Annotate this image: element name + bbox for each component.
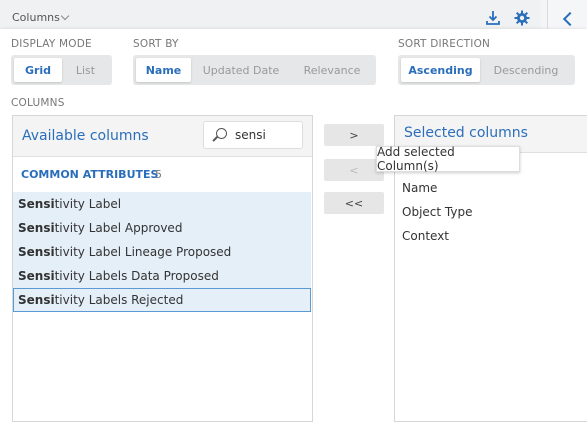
sort-direction-label: SORT DIRECTION: [398, 38, 491, 50]
item-label: tivity Label: [54, 197, 122, 211]
search-icon: [216, 128, 227, 139]
sort-ascending[interactable]: Ascending: [401, 58, 480, 82]
group-header[interactable]: COMMON ATTRIBUTES: [21, 168, 158, 181]
gear-icon[interactable]: [514, 10, 530, 26]
match-highlight: Sensi: [18, 245, 55, 259]
item-label: tivity Labels Rejected: [54, 293, 184, 307]
selected-columns-title: Selected columns: [404, 125, 528, 141]
group-count: 5: [155, 168, 162, 181]
columns-settings-panel: DISPLAY MODE Grid List SORT BY Name Upda…: [0, 29, 587, 430]
search-value: sensi: [235, 128, 266, 142]
list-item[interactable]: Sensitivity Labels Rejected: [13, 288, 311, 312]
selected-column-item[interactable]: Name: [402, 181, 437, 195]
search-input[interactable]: sensi: [203, 121, 303, 149]
remove-column-button[interactable]: <: [324, 159, 384, 181]
match-highlight: Sensi: [18, 269, 55, 283]
list-item[interactable]: Sensitivity Label: [13, 192, 311, 216]
match-highlight: Sensi: [18, 197, 55, 211]
sort-direction-toggle: Ascending Descending: [398, 55, 575, 85]
match-highlight: Sensi: [18, 221, 55, 235]
item-label: tivity Label Approved: [54, 221, 183, 235]
available-columns-box: Available columns sensi COMMON ATTRIBUTE…: [12, 115, 313, 422]
item-label: tivity Label Lineage Proposed: [54, 245, 232, 259]
list-item[interactable]: Sensitivity Labels Data Proposed: [13, 264, 311, 288]
sort-by-relevance[interactable]: Relevance: [291, 58, 373, 82]
available-columns-title: Available columns: [22, 128, 149, 144]
columns-dropdown-label[interactable]: Columns: [12, 11, 60, 24]
list-item[interactable]: Sensitivity Label Approved: [13, 216, 311, 240]
download-icon[interactable]: [485, 10, 501, 26]
display-mode-toggle: Grid List: [11, 55, 112, 85]
columns-label: COLUMNS: [11, 97, 65, 109]
match-highlight: Sensi: [18, 293, 55, 307]
sort-descending[interactable]: Descending: [480, 58, 572, 82]
display-mode-grid[interactable]: Grid: [14, 58, 62, 82]
list-item[interactable]: Sensitivity Label Lineage Proposed: [13, 240, 311, 264]
remove-all-columns-button[interactable]: <<: [324, 192, 384, 214]
item-label: tivity Labels Data Proposed: [54, 269, 219, 283]
selected-column-item[interactable]: Context: [402, 229, 449, 243]
sort-by-toggle: Name Updated Date Relevance: [133, 55, 376, 85]
sort-by-name[interactable]: Name: [136, 58, 191, 82]
display-mode-list[interactable]: List: [62, 58, 109, 82]
sort-by-label: SORT BY: [133, 38, 179, 50]
add-column-tooltip: Add selected Column(s): [376, 145, 520, 173]
available-columns-header: Available columns sensi: [13, 116, 312, 157]
selected-column-item[interactable]: Object Type: [402, 205, 472, 219]
sort-by-updated-date[interactable]: Updated Date: [191, 58, 291, 82]
top-bar: [0, 0, 541, 32]
display-mode-label: DISPLAY MODE: [11, 38, 92, 50]
add-column-button[interactable]: >: [324, 124, 384, 146]
